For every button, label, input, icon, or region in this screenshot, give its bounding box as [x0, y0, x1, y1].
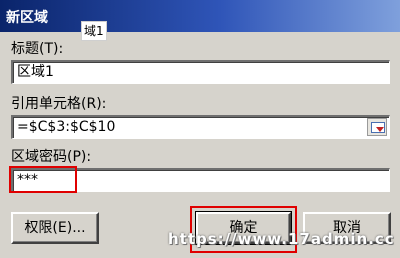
title-label: 标题(T): [11, 41, 64, 57]
watermark-text: https://www.17admin.cc [168, 230, 395, 248]
collapse-range-icon[interactable] [367, 118, 387, 136]
ref-label: 引用单元格(R): [11, 96, 107, 112]
ref-input-value: =$C$3:$C$10 [17, 119, 116, 135]
dialog-title: 新区域 [6, 10, 48, 26]
title-bar: 新区域 [0, 0, 400, 32]
title-overlay-text: 域1 [82, 22, 106, 40]
password-label: 区域密码(P): [11, 149, 92, 165]
permissions-button[interactable]: 权限(E)... [11, 212, 99, 244]
password-highlight [9, 166, 77, 193]
ref-input[interactable]: =$C$3:$C$10 [11, 115, 390, 139]
arrow-icon [376, 127, 384, 132]
title-input[interactable]: 区域1 [11, 60, 390, 84]
new-range-dialog: 新区域 域1 标题(T): 区域1 引用单元格(R): =$C$3:$C$10 … [0, 0, 400, 258]
